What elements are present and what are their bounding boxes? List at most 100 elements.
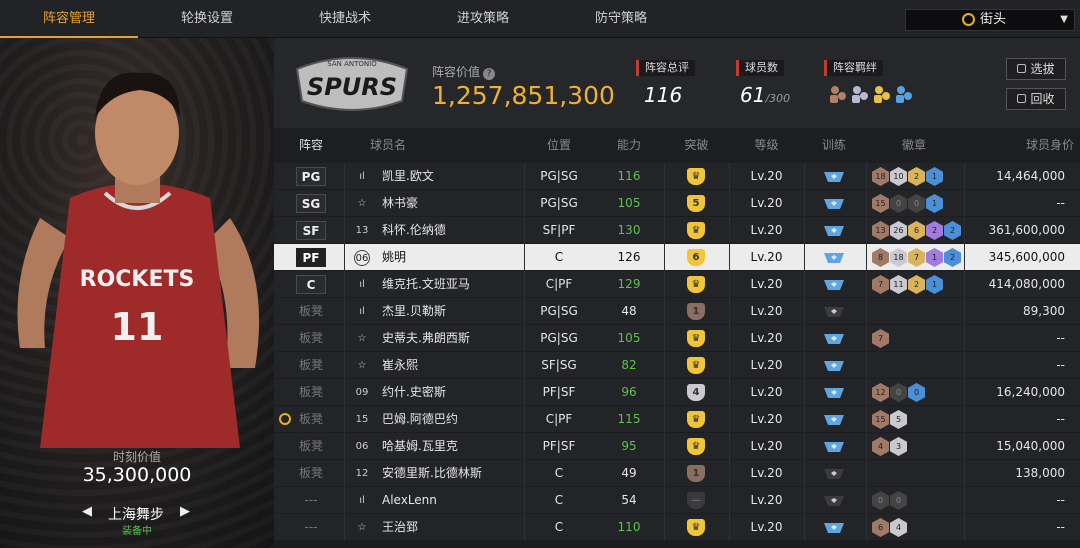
bench-slot[interactable]: 板凳 [286, 298, 336, 325]
divider [804, 352, 805, 379]
table-row[interactable]: 板凳 06 哈基姆.瓦里克 PF|SF 95 ♛ Lv.20 4 3 15,040,000 [274, 433, 1080, 460]
tab-quick-tactics[interactable]: 快捷战术 [276, 0, 414, 38]
bench-slot[interactable]: --- [286, 514, 336, 541]
divider [866, 433, 867, 460]
player-name[interactable]: 安德里斯.比德林斯 [382, 460, 482, 487]
divider [866, 379, 867, 406]
table-row[interactable]: 板凳 ıl 杰里.贝勒斯 PG|SG 48 1 Lv.20 89,300 [274, 298, 1080, 325]
stats-bars-icon: ıl [359, 495, 365, 506]
player-name[interactable]: 约什.史密斯 [382, 379, 446, 406]
table-row[interactable]: 板凳 ☆ 崔永熙 SF|SG 82 ♛ Lv.20 -- [274, 352, 1080, 379]
player-name[interactable]: 巴姆.阿德巴约 [382, 406, 458, 433]
ability-value: 54 [621, 493, 637, 507]
player-name[interactable]: 凯里.欧文 [382, 163, 434, 190]
training-icon [824, 307, 844, 317]
player-name[interactable]: 史蒂夫.弗朗西斯 [382, 325, 470, 352]
player-position: C [554, 466, 564, 480]
training-icon [824, 280, 844, 290]
training-icon [824, 361, 844, 371]
player-name[interactable]: 哈基姆.瓦里克 [382, 433, 458, 460]
player-value: -- [1056, 196, 1065, 210]
position-slot[interactable]: SF [296, 221, 326, 240]
table-row[interactable]: --- ☆ 王治郅 C 110 ♛ Lv.20 6 4 -- [274, 514, 1080, 541]
training-icon [824, 442, 844, 452]
col-player-value[interactable]: 球员身价 [974, 128, 1074, 163]
divider [664, 271, 665, 298]
col-position[interactable]: 位置 [524, 128, 594, 163]
bench-slot[interactable]: --- [286, 487, 336, 514]
breakthrough-shield-icon: 1 [687, 465, 705, 482]
player-name[interactable]: 林书豪 [382, 190, 418, 217]
player-name[interactable]: 崔永熙 [382, 352, 418, 379]
player-name[interactable]: AlexLenn [382, 487, 437, 514]
bench-slot[interactable]: 板凳 [286, 460, 336, 487]
table-row[interactable]: --- ıl AlexLenn C 54 — Lv.20 0 0 -- [274, 487, 1080, 514]
divider [804, 379, 805, 406]
help-icon[interactable]: ? [483, 68, 496, 80]
tab-defense-strategy[interactable]: 防守策略 [552, 0, 690, 38]
table-row[interactable]: SF 13 科怀.伦纳德 SF|PF 130 ♛ Lv.20 13 26 6 2 2 361,600,0… [274, 217, 1080, 244]
bench-slot[interactable]: 板凳 [286, 406, 336, 433]
bench-slot[interactable]: 板凳 [286, 433, 336, 460]
tab-offense-strategy[interactable]: 进攻策略 [414, 0, 552, 38]
badge-icon: 0 [872, 491, 889, 510]
position-slot[interactable]: PG [296, 167, 326, 186]
next-coach-arrow-icon[interactable]: ▶ [180, 504, 190, 519]
alarm-clock-icon [962, 13, 975, 26]
ability-value: 110 [617, 520, 641, 534]
pick-button[interactable]: 选拔 [1006, 58, 1066, 80]
table-row[interactable]: SG ☆ 林书豪 PG|SG 105 5 Lv.20 15 0 0 1 -- [274, 190, 1080, 217]
divider [344, 460, 345, 487]
col-breakthrough[interactable]: 突破 [664, 128, 729, 163]
player-name[interactable]: 杰里.贝勒斯 [382, 298, 446, 325]
badge-icon: 26 [890, 221, 907, 240]
ability-value: 82 [621, 358, 637, 372]
tab-rotation-settings[interactable]: 轮换设置 [138, 0, 276, 38]
position-slot[interactable]: SG [296, 194, 326, 213]
district-label: 街头 [980, 12, 1007, 27]
col-level[interactable]: 等级 [729, 128, 804, 163]
level-value: Lv.20 [750, 439, 783, 453]
district-select[interactable]: 街头 ▼ [905, 9, 1075, 31]
divider [964, 460, 965, 487]
player-name[interactable]: 姚明 [382, 244, 406, 271]
col-training[interactable]: 训练 [804, 128, 864, 163]
position-slot[interactable]: C [296, 275, 326, 294]
bench-slot[interactable]: 板凳 [286, 325, 336, 352]
chem-silver-icon [852, 86, 868, 103]
table-row[interactable]: PG ıl 凯里.欧文 PG|SG 116 ♛ Lv.20 18 10 2 1 14,464,000 [274, 163, 1080, 190]
col-lineup[interactable]: 阵容 [286, 128, 336, 163]
prev-coach-arrow-icon[interactable]: ◀ [82, 504, 92, 519]
position-slot[interactable]: PF [296, 248, 326, 267]
badge-icon: 2 [944, 248, 961, 267]
recycle-button[interactable]: 回收 [1006, 88, 1066, 110]
table-row[interactable]: 板凳 ☆ 史蒂夫.弗朗西斯 PG|SG 105 ♛ Lv.20 7 -- [274, 325, 1080, 352]
badge-group: 7 11 2 1 [872, 275, 944, 294]
market-value-label: 时刻价值 [112, 450, 161, 464]
divider [804, 271, 805, 298]
empty-shield-icon: — [687, 492, 705, 509]
divider [344, 406, 345, 433]
table-row[interactable]: 板凳 12 安德里斯.比德林斯 C 49 1 Lv.20 138,000 [274, 460, 1080, 487]
crown-shield-icon: ♛ [687, 276, 705, 293]
col-ability[interactable]: 能力 [599, 128, 659, 163]
table-row[interactable]: Cıl 维克托.文班亚马 C|PF 129 ♛ Lv.20 7 11 2 1 414,080,000 [274, 271, 1080, 298]
player-name[interactable]: 王治郅 [382, 514, 418, 541]
badge-icon: 0 [890, 491, 907, 510]
col-player-name[interactable]: 球员名 [358, 128, 418, 163]
badge-icon: 1 [926, 275, 943, 294]
tab-lineup-management[interactable]: 阵容管理 [0, 0, 138, 38]
col-badges[interactable]: 徽章 [869, 128, 959, 163]
table-row[interactable]: 板凳 09 约什.史密斯 PF|SF 96 4 Lv.20 12 0 0 16,240,000 [274, 379, 1080, 406]
ability-value: 48 [621, 304, 637, 318]
bench-slot[interactable]: 板凳 [286, 379, 336, 406]
player-name[interactable]: 科怀.伦纳德 [382, 217, 446, 244]
player-value: 414,080,000 [988, 277, 1065, 291]
table-row[interactable]: PF 06 姚明 C 126 6 Lv.20 8 18 7 1 2 345,600,000 [274, 244, 1080, 271]
table-row[interactable]: 板凳 15 巴姆.阿德巴约 C|PF 115 ♛ Lv.20 15 5 -- [274, 406, 1080, 433]
bench-slot[interactable]: 板凳 [286, 352, 336, 379]
player-name[interactable]: 维克托.文班亚马 [382, 271, 470, 298]
badge-icon: 5 [890, 410, 907, 429]
badge-group: 8 18 7 1 2 [872, 248, 962, 267]
coach-status: 装备中 [122, 526, 152, 537]
